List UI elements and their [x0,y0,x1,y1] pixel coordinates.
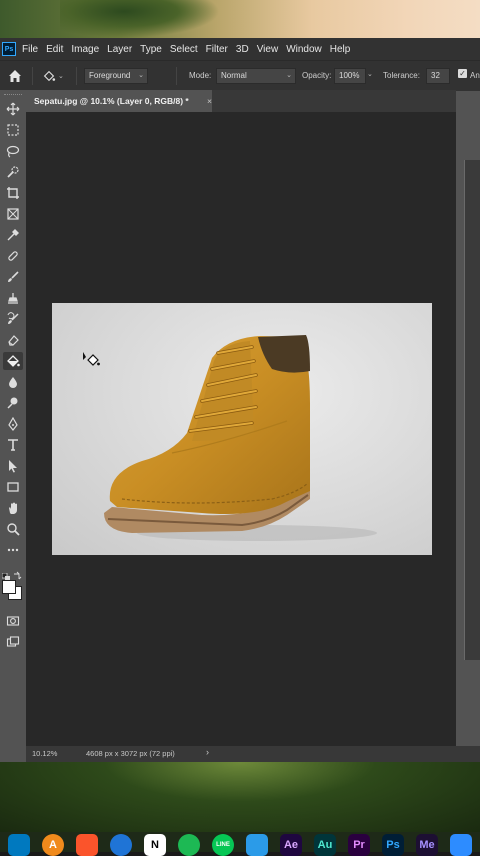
frame-tool-icon[interactable] [3,205,23,223]
status-menu-arrow-icon[interactable]: › [206,747,209,757]
rectangle-tool-icon[interactable] [3,478,23,496]
right-panel-dock [456,112,480,746]
audition-icon[interactable]: Au [314,834,336,856]
taskbar: A N LINE Ae Au Pr Ps Me [0,832,480,856]
app-a-icon[interactable]: A [42,834,64,856]
default-colors-icon[interactable] [1,568,10,581]
screen-mode-icon[interactable] [3,633,23,651]
healing-brush-tool-icon[interactable] [3,247,23,265]
paint-bucket-cursor-icon [83,352,100,366]
tolerance-label: Tolerance: [383,71,420,80]
more-tools-icon[interactable] [3,541,23,559]
photoshop-window: Ps File Edit Image Layer Type Select Fil… [0,38,480,762]
antialias-label: An [470,71,480,80]
notion-icon[interactable]: N [144,834,166,856]
paint-bucket-tool-icon[interactable] [3,352,23,370]
history-brush-tool-icon[interactable] [3,310,23,328]
document-canvas[interactable] [52,303,432,555]
boot-photo [104,335,377,541]
menu-image[interactable]: Image [71,44,99,55]
home-icon[interactable] [7,68,23,84]
menu-type[interactable]: Type [140,44,162,55]
collapsed-panel[interactable] [464,160,480,660]
paint-bucket-icon [43,70,56,82]
document-tab[interactable]: Sepatu.jpg @ 10.1% (Layer 0, RGB/8) * × [26,90,212,112]
quick-selection-tool-icon[interactable] [3,163,23,181]
move-tool-icon[interactable] [3,100,23,118]
clone-stamp-tool-icon[interactable] [3,289,23,307]
opacity-chevron-icon[interactable]: ⌄ [367,70,373,78]
document-tab-title: Sepatu.jpg @ 10.1% (Layer 0, RGB/8) * [34,96,189,106]
path-selection-tool-icon[interactable] [3,457,23,475]
canvas-area[interactable] [26,112,456,746]
brush-tool-icon[interactable] [3,268,23,286]
mode-value: Normal [221,71,247,80]
menu-filter[interactable]: Filter [206,44,228,55]
options-separator [32,67,33,85]
zoom-level[interactable]: 10.12% [32,749,57,758]
document-dimensions: 4608 px x 3072 px (72 ppi) [86,749,175,758]
tool-preset-picker[interactable]: ⌄ [42,68,68,84]
mode-label: Mode: [189,71,212,80]
fill-source-dropdown[interactable]: Foreground ⌄ [84,68,148,84]
foreground-color-swatch[interactable] [2,580,16,594]
premiere-icon[interactable]: Pr [348,834,370,856]
zoom-app-icon[interactable] [450,834,472,856]
mode-dropdown[interactable]: Normal ⌄ [216,68,296,84]
tolerance-field[interactable]: 32 [426,68,450,84]
type-tool-icon[interactable] [3,436,23,454]
eraser-tool-icon[interactable] [3,331,23,349]
quick-mask-icon[interactable] [3,612,23,630]
status-bar: 10.12% 4608 px x 3072 px (72 ppi) › [26,746,480,762]
pen-tool-icon[interactable] [3,415,23,433]
tools-panel [0,90,26,762]
menu-file[interactable]: File [22,44,38,55]
options-separator [76,67,77,85]
files-icon[interactable] [246,834,268,856]
browser-icon[interactable] [110,834,132,856]
close-icon[interactable]: × [207,90,212,112]
options-bar: ⌄ Foreground ⌄ Mode: Normal ⌄ Opacity: 100… [0,60,480,91]
line-icon[interactable]: LINE [212,834,234,856]
dodge-tool-icon[interactable] [3,394,23,412]
brave-icon[interactable] [76,834,98,856]
trello-icon[interactable] [8,834,30,856]
opacity-label: Opacity: [302,71,332,80]
swap-colors-icon[interactable] [13,567,22,580]
eyedropper-tool-icon[interactable] [3,226,23,244]
photoshop-logo: Ps [2,42,16,56]
crop-tool-icon[interactable] [3,184,23,202]
media-encoder-icon[interactable]: Me [416,834,438,856]
tolerance-value: 32 [431,71,440,80]
panel-grip[interactable] [4,94,22,97]
opacity-value: 100% [339,71,360,80]
desktop-wallpaper-top [0,0,480,38]
desktop-wallpaper-bottom [0,762,480,832]
wallpaper-tree [60,0,220,38]
menu-bar: Ps File Edit Image Layer Type Select Fil… [0,38,480,60]
menu-edit[interactable]: Edit [46,44,63,55]
menu-window[interactable]: Window [286,44,322,55]
options-separator [176,67,177,85]
chevron-down-icon: ⌄ [58,73,64,80]
menu-view[interactable]: View [257,44,279,55]
menu-3d[interactable]: 3D [236,44,249,55]
blur-tool-icon[interactable] [3,373,23,391]
menu-select[interactable]: Select [170,44,198,55]
opacity-field[interactable]: 100% [334,68,366,84]
photoshop-taskbar-icon[interactable]: Ps [382,834,404,856]
menu-help[interactable]: Help [330,44,351,55]
fill-source-value: Foreground [89,71,131,80]
spotify-icon[interactable] [178,834,200,856]
lasso-tool-icon[interactable] [3,142,23,160]
chevron-down-icon: ⌄ [138,72,144,79]
chevron-down-icon: ⌄ [286,72,292,79]
document-tab-bar: Sepatu.jpg @ 10.1% (Layer 0, RGB/8) * × [26,90,456,112]
hand-tool-icon[interactable] [3,499,23,517]
antialias-checkbox[interactable]: ✓ [458,69,467,78]
zoom-tool-icon[interactable] [3,520,23,538]
marquee-tool-icon[interactable] [3,121,23,139]
after-effects-icon[interactable]: Ae [280,834,302,856]
menu-layer[interactable]: Layer [107,44,132,55]
